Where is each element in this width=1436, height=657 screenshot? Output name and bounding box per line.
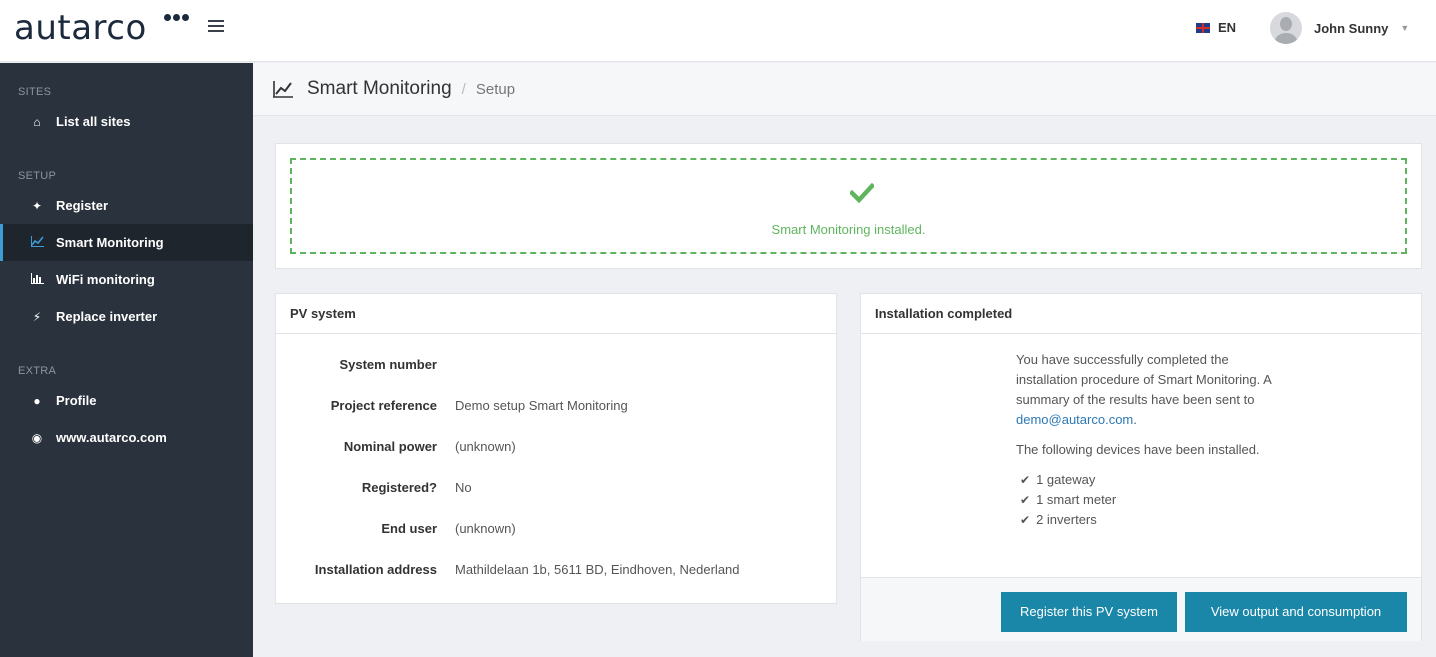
detail-label: Project reference: [330, 398, 437, 413]
register-pv-system-button[interactable]: Register this PV system: [1001, 592, 1177, 632]
detail-label: System number: [339, 357, 437, 372]
panel-footer: Register this PV system View output and …: [861, 577, 1421, 641]
device-label: 1 smart meter: [1036, 492, 1117, 507]
sidebar-item-label: Smart Monitoring: [56, 235, 164, 250]
sidebar-item-smart-monitoring[interactable]: Smart Monitoring: [0, 224, 253, 261]
device-label: 1 gateway: [1036, 472, 1096, 487]
sidebar-item-label: Profile: [56, 393, 97, 408]
detail-row: Installation address Mathildelaan 1b, 56…: [276, 562, 836, 603]
page-title: Smart Monitoring: [307, 78, 452, 99]
check-icon: ✔: [1020, 493, 1031, 507]
detail-row: End user (unknown): [276, 521, 836, 562]
check-icon: ✔: [1020, 473, 1031, 487]
panel-heading: PV system: [276, 294, 836, 334]
sidebar-item-label: WiFi monitoring: [56, 272, 155, 287]
check-icon: ✔: [1020, 513, 1031, 527]
checkmark-icon: [848, 182, 876, 204]
installation-panel: Installation completed You have successf…: [860, 293, 1422, 641]
view-output-button[interactable]: View output and consumption: [1185, 592, 1407, 632]
detail-value: Demo setup Smart Monitoring: [455, 398, 628, 413]
installation-summary: You have successfully completed the inst…: [1016, 350, 1286, 530]
autarco-logo[interactable]: autarco: [14, 4, 147, 52]
pv-system-details: System number Project reference Demo set…: [276, 357, 836, 603]
language-selector[interactable]: EN: [1196, 20, 1236, 35]
menu-toggle-icon[interactable]: [208, 20, 224, 34]
sidebar-item-replace-inverter[interactable]: ⚡︎ Replace inverter: [0, 298, 253, 335]
uk-flag-icon: [1196, 22, 1210, 33]
list-item: ✔ 1 smart meter: [1020, 490, 1286, 510]
home-icon: ⌂: [33, 114, 41, 129]
detail-label: Nominal power: [343, 439, 437, 454]
success-panel: Smart Monitoring installed.: [275, 143, 1422, 269]
detail-value: (unknown): [455, 521, 516, 536]
panel-heading: Installation completed: [861, 294, 1421, 334]
bolt-icon: ⚡︎: [32, 309, 42, 324]
device-list: ✔ 1 gateway ✔ 1 smart meter ✔ 2 inverters: [1020, 470, 1286, 530]
list-item: ✔ 1 gateway: [1020, 470, 1286, 490]
sidebar-item-wifi-monitoring[interactable]: WiFi monitoring: [0, 261, 253, 298]
sidebar-section-setup: SETUP: [18, 170, 57, 182]
chevron-down-icon: ▼: [1400, 23, 1410, 33]
user-menu[interactable]: John Sunny ▼: [1270, 12, 1409, 44]
installation-intro: You have successfully completed the inst…: [1016, 350, 1286, 430]
user-name: John Sunny: [1314, 20, 1389, 36]
success-message: Smart Monitoring installed.: [771, 222, 926, 237]
avatar: [1270, 12, 1302, 44]
top-header: autarco EN John Sunny ▼: [0, 0, 1436, 62]
detail-label: Registered?: [361, 480, 437, 495]
detail-value: (unknown): [455, 439, 516, 454]
line-chart-icon: [30, 235, 44, 250]
plug-icon: ✦: [31, 198, 43, 213]
sidebar-item-label: www.autarco.com: [56, 430, 167, 445]
devices-intro: The following devices have been installe…: [1016, 442, 1260, 457]
success-box: Smart Monitoring installed.: [290, 158, 1407, 254]
sidebar-item-register[interactable]: ✦ Register: [0, 187, 253, 224]
detail-value: Mathildelaan 1b, 5611 BD, Eindhoven, Ned…: [455, 562, 740, 577]
detail-row: Project reference Demo setup Smart Monit…: [276, 398, 836, 439]
line-chart-icon: [273, 80, 293, 98]
sidebar-section-sites: SITES: [18, 86, 52, 98]
sidebar-section-extra: EXTRA: [18, 365, 57, 377]
detail-label: Installation address: [314, 562, 437, 577]
email-link[interactable]: demo@autarco.com: [1016, 412, 1133, 427]
list-item: ✔ 2 inverters: [1020, 510, 1286, 530]
globe-icon: ◉: [31, 430, 43, 445]
page-header: Smart Monitoring / Setup: [253, 63, 1436, 116]
detail-value: No: [455, 480, 472, 495]
detail-row: Nominal power (unknown): [276, 439, 836, 480]
detail-label: End user: [381, 521, 437, 536]
sidebar-item-label: Register: [56, 198, 109, 213]
sidebar-item-label: List all sites: [56, 114, 131, 129]
sidebar-item-label: Replace inverter: [56, 309, 158, 324]
sidebar-item-list-all-sites[interactable]: ⌂ List all sites: [0, 103, 253, 140]
breadcrumb[interactable]: Setup: [476, 81, 515, 98]
pv-system-panel: PV system System number Project referenc…: [275, 293, 837, 604]
sidebar-item-profile[interactable]: ● Profile: [0, 382, 253, 419]
sidebar-item-website[interactable]: ◉ www.autarco.com: [0, 419, 253, 456]
logo-dots-icon: [164, 14, 189, 21]
breadcrumb-separator: /: [461, 80, 466, 98]
intro-end: .: [1133, 412, 1137, 427]
language-label: EN: [1218, 20, 1237, 35]
person-icon: ●: [33, 393, 41, 408]
intro-text: You have successfully completed the inst…: [1016, 352, 1272, 407]
device-label: 2 inverters: [1036, 512, 1097, 527]
sidebar: SITES ⌂ List all sites SETUP ✦ Register …: [0, 63, 253, 657]
detail-row: System number: [276, 357, 836, 398]
detail-row: Registered? No: [276, 480, 836, 521]
bar-chart-icon: [30, 272, 44, 287]
